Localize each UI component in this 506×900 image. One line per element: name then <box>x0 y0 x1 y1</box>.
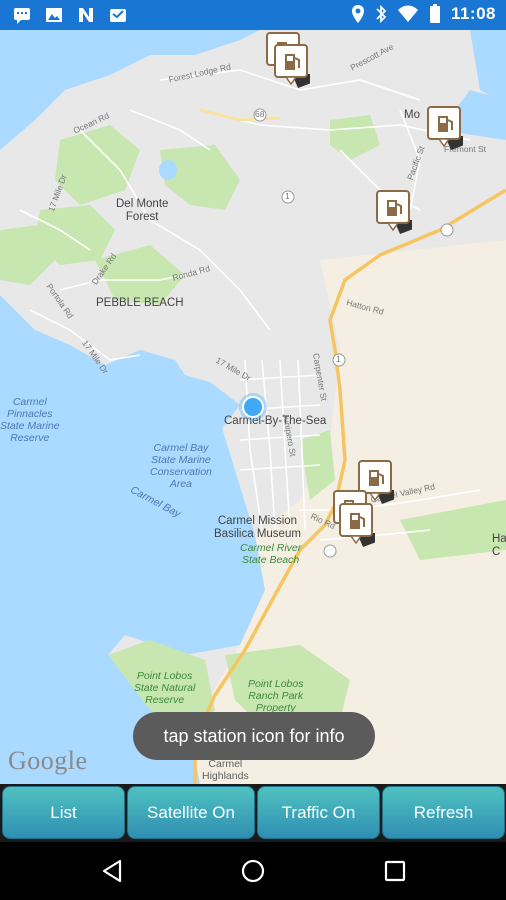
battery-icon <box>429 4 440 23</box>
map-label-carmel-highlands: Carmel Highlands <box>202 758 249 782</box>
route-shield <box>323 544 337 558</box>
system-icons: 11:08 <box>351 4 496 24</box>
route-label-1b: 1 <box>336 354 341 364</box>
refresh-button[interactable]: Refresh <box>382 786 505 839</box>
map-view[interactable]: Del Monte Forest PEBBLE BEACH Carmel Pin… <box>0 30 506 784</box>
notification-icons <box>12 5 128 25</box>
map-label-ha: Ha C <box>492 533 506 558</box>
map-label-carmel-by-the-sea: Carmel-By-The-Sea <box>224 415 327 427</box>
map-label-point-lobos-reserve: Point Lobos State Natural Reserve <box>134 670 196 706</box>
gas-station-icon[interactable] <box>376 190 412 234</box>
map-label-point-lobos-ranch: Point Lobos Ranch Park Property <box>248 678 304 714</box>
bluetooth-icon <box>376 4 387 24</box>
gas-station-icon[interactable] <box>427 106 463 150</box>
traffic-toggle-button[interactable]: Traffic On <box>257 786 380 839</box>
lake <box>159 160 177 180</box>
image-icon <box>46 8 62 22</box>
map-label-monterey: Mo <box>404 109 420 121</box>
map-label-carmel-bay-conservation: Carmel Bay State Marine Conservation Are… <box>150 442 212 490</box>
map-label-carmel-river: Carmel River State Beach <box>240 542 302 566</box>
google-logo: Google <box>8 746 88 775</box>
list-button[interactable]: List <box>2 786 125 839</box>
recents-icon[interactable] <box>380 856 410 886</box>
message-icon <box>14 8 30 24</box>
navigation-bar <box>0 842 506 900</box>
back-icon[interactable] <box>98 856 128 886</box>
map-label-del-monte-forest: Del Monte Forest <box>116 198 169 223</box>
info-toast: tap station icon for info <box>133 712 375 760</box>
gas-station-icon[interactable] <box>274 44 310 88</box>
current-location-marker <box>242 396 264 418</box>
location-icon <box>351 5 364 23</box>
n-icon <box>79 8 93 22</box>
map-label-carmel-mission: Carmel Mission Basilica Museum <box>214 515 301 540</box>
clock: 11:08 <box>450 4 496 23</box>
wifi-icon <box>397 5 418 22</box>
gas-station-icon[interactable] <box>339 503 375 547</box>
route-label-68: 68 <box>255 109 265 119</box>
route-label-1: 1 <box>285 191 290 201</box>
status-bar: 11:08 <box>0 0 506 30</box>
map-label-carmel-pinnacles: Carmel Pinnacles State Marine Reserve <box>0 396 60 444</box>
home-icon[interactable] <box>238 856 268 886</box>
map-label-pebble-beach: PEBBLE BEACH <box>96 297 184 309</box>
inbox-icon <box>110 9 126 22</box>
button-bar: List Satellite On Traffic On Refresh <box>0 784 506 842</box>
satellite-toggle-button[interactable]: Satellite On <box>127 786 255 839</box>
route-shield <box>440 223 454 237</box>
